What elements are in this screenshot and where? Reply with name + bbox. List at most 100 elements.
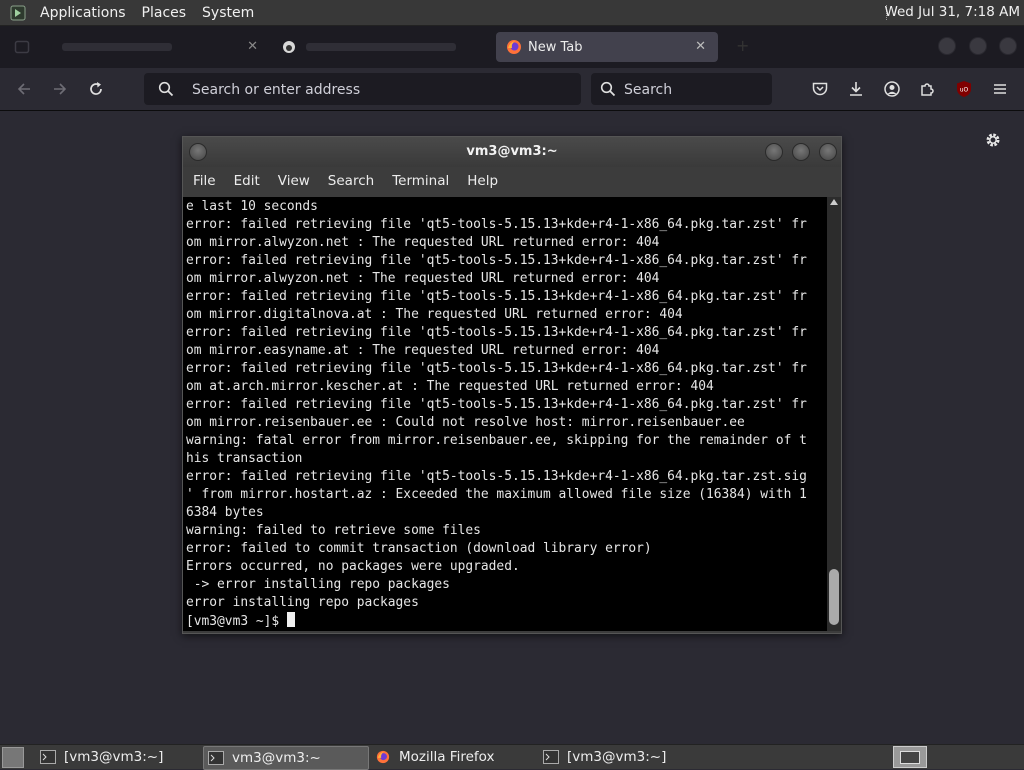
terminal-line: error: failed retrieving file 'qt5-tools… — [186, 469, 807, 484]
terminal-output[interactable]: e last 10 seconds error: failed retrievi… — [183, 197, 827, 631]
terminal-line: error: failed retrieving file 'qt5-tools… — [186, 397, 807, 412]
terminal-line: error: failed retrieving file 'qt5-tools… — [186, 325, 807, 340]
reload-icon — [90, 82, 102, 95]
applications-menu[interactable]: Applications — [32, 5, 134, 21]
terminal-line: error: failed to commit transaction (dow… — [186, 541, 652, 556]
downloads-button[interactable] — [846, 79, 866, 99]
taskbar-item-terminal-1[interactable]: [vm3@vm3:~] — [36, 746, 198, 768]
back-arrow-icon — [17, 83, 30, 95]
terminal-menu-terminal[interactable]: Terminal — [382, 171, 457, 193]
terminal-line: om mirror.alwyzon.net : The requested UR… — [186, 235, 660, 250]
firefox-icon — [507, 40, 521, 54]
terminal-menu-help[interactable]: Help — [457, 171, 506, 193]
browser-tab-strip: ✕ New Tab ✕ + — [0, 26, 1024, 68]
terminal-menu-search[interactable]: Search — [318, 171, 382, 193]
forward-arrow-icon — [54, 83, 67, 95]
taskbar-item-label: [vm3@vm3:~] — [64, 749, 164, 765]
terminal-line: e last 10 seconds — [186, 199, 318, 214]
search-icon — [600, 81, 616, 97]
terminal-line: his transaction — [186, 451, 303, 466]
hamburger-menu-icon — [994, 84, 1006, 94]
terminal-minimize-button[interactable] — [765, 143, 783, 161]
bottom-taskbar: [vm3@vm3:~] vm3@vm3:~ Mozilla Firefox [v… — [0, 744, 1024, 770]
pocket-button[interactable] — [810, 79, 830, 99]
terminal-icon — [40, 750, 56, 764]
terminal-line: Errors occurred, no packages were upgrad… — [186, 559, 520, 574]
terminal-menu-file[interactable]: File — [183, 171, 224, 193]
gear-icon[interactable] — [984, 131, 1002, 149]
terminal-line: error: failed retrieving file 'qt5-tools… — [186, 289, 807, 304]
account-icon — [884, 81, 900, 97]
taskbar-item-label: Mozilla Firefox — [399, 749, 495, 765]
reload-button[interactable] — [86, 79, 106, 99]
search-input[interactable] — [622, 73, 766, 107]
search-icon — [158, 81, 174, 97]
window-maximize-button[interactable] — [969, 37, 987, 55]
terminal-menu-view[interactable]: View — [268, 171, 318, 193]
terminal-icon — [543, 750, 559, 764]
taskbar-item-firefox[interactable]: Mozilla Firefox — [371, 746, 531, 768]
firefox-view-icon[interactable] — [14, 39, 30, 55]
taskbar-item-terminal-2[interactable]: vm3@vm3:~ — [203, 746, 369, 770]
download-icon — [850, 82, 862, 96]
terminal-titlebar[interactable]: vm3@vm3:~ — [183, 137, 841, 167]
terminal-line: om mirror.alwyzon.net : The requested UR… — [186, 271, 660, 286]
window-close-button[interactable] — [999, 37, 1017, 55]
forward-button[interactable] — [50, 79, 70, 99]
svg-text:uO: uO — [960, 87, 969, 94]
places-menu[interactable]: Places — [134, 5, 195, 21]
terminal-scrollbar[interactable] — [827, 197, 841, 631]
back-button[interactable] — [14, 79, 34, 99]
tab-favicon-icon — [283, 41, 295, 53]
terminal-menubar: File Edit View Search Terminal Help — [183, 171, 841, 193]
terminal-line: 6384 bytes — [186, 505, 264, 520]
terminal-output-lines: e last 10 seconds error: failed retrievi… — [186, 199, 807, 610]
window-minimize-button[interactable] — [938, 37, 956, 55]
close-tab-icon[interactable]: ✕ — [247, 39, 258, 54]
terminal-line: error: failed retrieving file 'qt5-tools… — [186, 253, 807, 268]
terminal-window[interactable]: vm3@vm3:~ File Edit View Search Terminal… — [182, 136, 842, 634]
taskbar-item-label: vm3@vm3:~ — [232, 750, 321, 766]
extensions-button[interactable] — [918, 79, 938, 99]
tab-title-placeholder — [62, 43, 172, 51]
text-cursor — [286, 612, 295, 627]
tab-title: New Tab — [528, 39, 583, 55]
address-bar[interactable] — [144, 73, 581, 107]
terminal-line: warning: failed to retrieve some files — [186, 523, 481, 538]
terminal-line: error installing repo packages — [186, 595, 419, 610]
ublock-button[interactable]: uO — [954, 79, 974, 99]
terminal-line: om mirror.reisenbauer.ee : Could not res… — [186, 415, 745, 430]
terminal-icon — [208, 751, 224, 765]
terminal-line: om mirror.digitalnova.at : The requested… — [186, 307, 683, 322]
shell-prompt: [vm3@vm3 ~]$ — [186, 614, 287, 629]
account-button[interactable] — [882, 79, 902, 99]
terminal-maximize-button[interactable] — [792, 143, 810, 161]
firefox-icon — [376, 750, 390, 764]
terminal-line: om mirror.easyname.at : The requested UR… — [186, 343, 660, 358]
applications-logo-icon[interactable] — [10, 5, 26, 21]
show-desktop-button[interactable] — [2, 747, 24, 768]
terminal-line: -> error installing repo packages — [193, 577, 450, 592]
scrollbar-thumb[interactable] — [829, 569, 839, 625]
browser-tab-new-tab[interactable]: New Tab ✕ — [496, 32, 718, 62]
terminal-line: error: failed retrieving file 'qt5-tools… — [186, 217, 807, 232]
terminal-line: warning: fatal error from mirror.reisenb… — [186, 433, 807, 448]
browser-tab-2[interactable] — [272, 32, 490, 62]
clock[interactable]: Wed Jul 31, 7:18 AM — [884, 4, 1020, 20]
pocket-icon — [812, 82, 828, 96]
system-menu[interactable]: System — [194, 5, 262, 21]
puzzle-icon — [921, 83, 934, 96]
app-menu-button[interactable] — [990, 79, 1010, 99]
workspace-switcher[interactable] — [893, 746, 927, 768]
terminal-menu-edit[interactable]: Edit — [224, 171, 268, 193]
taskbar-item-terminal-3[interactable]: [vm3@vm3:~] — [539, 746, 701, 768]
scroll-up-arrow-icon[interactable] — [830, 199, 838, 205]
terminal-close-button[interactable] — [819, 143, 837, 161]
browser-navigation-bar: uO — [0, 68, 1024, 111]
new-tab-plus-icon[interactable]: + — [736, 36, 749, 55]
workspace-window-thumbnail — [900, 751, 920, 764]
address-input[interactable] — [190, 73, 554, 107]
close-tab-icon[interactable]: ✕ — [695, 39, 706, 54]
browser-tab-1[interactable]: ✕ — [44, 32, 270, 62]
search-bar[interactable] — [591, 73, 772, 107]
